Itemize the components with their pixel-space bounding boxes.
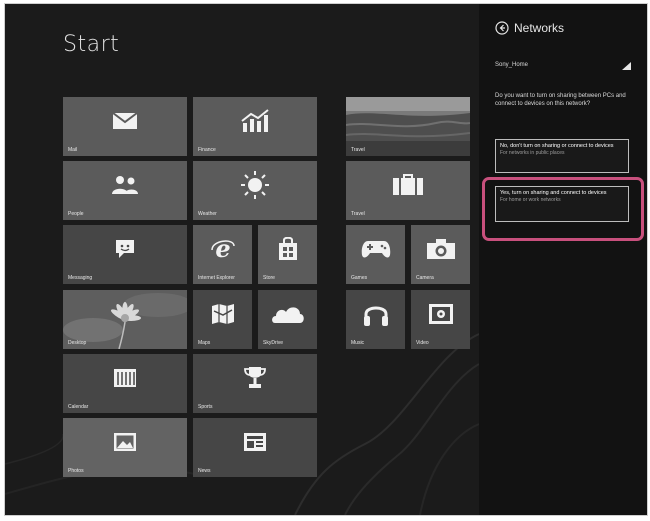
headphones-icon: [363, 306, 388, 326]
tile-games[interactable]: Games: [346, 225, 405, 284]
tile-label: Music: [351, 340, 365, 346]
tile-sports[interactable]: Sports: [193, 354, 317, 413]
tile-label: Messaging: [68, 275, 93, 281]
tile-video[interactable]: Video: [411, 290, 470, 349]
tile-label: Calendar: [68, 404, 89, 410]
tile-internet-explorer[interactable]: e Internet Explorer: [193, 225, 252, 284]
sharing-question: Do you want to turn on sharing between P…: [495, 93, 626, 107]
tile-store[interactable]: Store: [258, 225, 317, 284]
tile-label: SkyDrive: [263, 340, 284, 346]
tile-mail[interactable]: Mail: [63, 97, 187, 156]
store-icon: [278, 236, 297, 260]
tile-finance[interactable]: Finance: [193, 97, 317, 156]
tile-label: Mail: [68, 147, 78, 153]
tile-calendar[interactable]: Calendar: [63, 354, 187, 413]
tile-people[interactable]: People: [63, 161, 187, 220]
tile-travel[interactable]: Travel: [346, 97, 470, 156]
tile-travel-2[interactable]: Travel: [346, 161, 470, 220]
ie-icon: e: [210, 236, 235, 262]
no-sharing-button[interactable]: No, don't turn on sharing or connect to …: [495, 139, 629, 173]
mail-icon: [112, 111, 138, 129]
tile-label: Store: [263, 275, 275, 281]
sun-icon: [241, 170, 269, 199]
tile-maps[interactable]: Maps: [193, 290, 252, 349]
tile-news[interactable]: News: [193, 418, 317, 477]
network-entry[interactable]: Sony_Home: [495, 62, 631, 72]
tile-label: Maps: [198, 340, 211, 346]
back-arrow-icon[interactable]: [495, 21, 509, 35]
calendar-icon: [114, 368, 136, 387]
start-screen: Start Mail Finance People Weather Messag…: [5, 4, 479, 515]
option-title: No, don't turn on sharing or connect to …: [500, 143, 614, 149]
tile-label: Travel: [351, 147, 365, 153]
chat-icon: [116, 239, 134, 258]
tile-label: Weather: [198, 211, 217, 217]
tile-label: Games: [351, 275, 368, 281]
gamepad-icon: [361, 240, 390, 257]
charm-header: Networks: [495, 21, 564, 35]
tile-photos[interactable]: Photos: [63, 418, 187, 477]
tile-messaging[interactable]: Messaging: [63, 225, 187, 284]
tile-label: News: [198, 468, 211, 474]
camera-icon: [426, 238, 455, 259]
tile-label: Travel: [351, 211, 365, 217]
tile-label: Desktop: [68, 340, 87, 346]
charm-title: Networks: [514, 21, 565, 35]
option-subtitle: For networks in public places: [500, 150, 565, 156]
people-icon: [112, 175, 138, 194]
map-icon: [211, 303, 234, 324]
start-title: Start: [63, 32, 120, 57]
wifi-signal-icon: [622, 62, 631, 70]
network-name: Sony_Home: [495, 62, 529, 68]
tile-label: Finance: [198, 147, 216, 153]
trophy-icon: [244, 366, 266, 388]
networks-charm-panel: Networks Sony_Home Do you want to turn o…: [479, 4, 647, 515]
tile-label: Internet Explorer: [198, 275, 235, 281]
chart-icon: [241, 108, 269, 132]
tile-label: Photos: [68, 468, 84, 474]
tile-skydrive[interactable]: SkyDrive: [258, 290, 317, 349]
svg-text:e: e: [215, 236, 230, 262]
highlight-annotation: [482, 177, 644, 241]
video-icon: [428, 303, 453, 324]
tile-label: People: [68, 211, 84, 217]
tile-label: Sports: [198, 404, 213, 410]
windows-screen: Start Mail Finance People Weather Messag…: [4, 3, 648, 516]
cloud-icon: [271, 306, 304, 323]
tile-music[interactable]: Music: [346, 290, 405, 349]
tile-label: Video: [416, 340, 429, 346]
suitcase-icon: [393, 173, 423, 195]
picture-icon: [114, 432, 136, 451]
newspaper-icon: [244, 432, 266, 451]
tile-weather[interactable]: Weather: [193, 161, 317, 220]
tile-label: Camera: [416, 275, 434, 281]
tile-desktop[interactable]: Desktop: [63, 290, 187, 349]
tile-camera[interactable]: Camera: [411, 225, 470, 284]
